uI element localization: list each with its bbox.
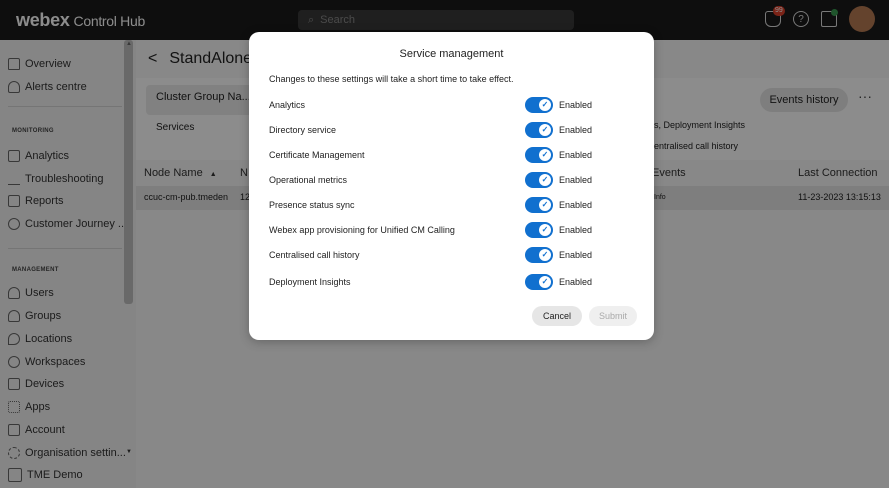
check-icon: ✓ — [539, 124, 551, 136]
check-icon: ✓ — [539, 174, 551, 186]
service-row-certificate-management: Certificate Management ✓ Enabled — [269, 147, 641, 167]
service-status: Enabled — [559, 277, 593, 287]
check-icon: ✓ — [539, 224, 551, 236]
service-row-operational-metrics: Operational metrics ✓ Enabled — [269, 172, 641, 192]
service-row-deployment-insights: Deployment Insights ✓ Enabled — [269, 274, 641, 294]
service-status: Enabled — [559, 225, 593, 235]
service-name: Presence status sync — [269, 200, 355, 210]
certificate-management-toggle[interactable]: ✓ — [525, 147, 553, 163]
submit-button[interactable]: Submit — [589, 306, 637, 326]
check-icon: ✓ — [539, 249, 551, 261]
service-row-webex-app-provisioning: Webex app provisioning for Unified CM Ca… — [269, 222, 641, 242]
presence-status-sync-toggle[interactable]: ✓ — [525, 197, 553, 213]
centralised-call-history-toggle[interactable]: ✓ — [525, 247, 553, 263]
service-name: Webex app provisioning for Unified CM Ca… — [269, 225, 455, 235]
service-row-centralised-call-history: Centralised call history ✓ Enabled — [269, 247, 641, 267]
check-icon: ✓ — [539, 199, 551, 211]
service-row-analytics: Analytics ✓ Enabled — [269, 97, 641, 117]
service-status: Enabled — [559, 125, 593, 135]
dialog-description: Changes to these settings will take a sh… — [269, 74, 514, 84]
service-name: Deployment Insights — [269, 277, 351, 287]
dialog-title: Service management — [399, 48, 504, 60]
deployment-insights-toggle[interactable]: ✓ — [525, 274, 553, 290]
service-status: Enabled — [559, 150, 593, 160]
service-name: Directory service — [269, 125, 337, 135]
directory-service-toggle[interactable]: ✓ — [525, 122, 553, 138]
service-status: Enabled — [559, 250, 593, 260]
service-row-directory-service: Directory service ✓ Enabled — [269, 122, 641, 142]
analytics-toggle[interactable]: ✓ — [525, 97, 553, 113]
service-status: Enabled — [559, 200, 593, 210]
check-icon: ✓ — [539, 276, 551, 288]
service-name: Analytics — [269, 100, 306, 110]
operational-metrics-toggle[interactable]: ✓ — [525, 172, 553, 188]
service-management-dialog: Service management Changes to these sett… — [249, 32, 654, 340]
cancel-button[interactable]: Cancel — [532, 306, 582, 326]
service-row-presence-status-sync: Presence status sync ✓ Enabled — [269, 197, 641, 217]
service-status: Enabled — [559, 175, 593, 185]
check-icon: ✓ — [539, 149, 551, 161]
service-name: Centralised call history — [269, 250, 360, 260]
service-name: Operational metrics — [269, 175, 348, 185]
service-status: Enabled — [559, 100, 593, 110]
webex-app-provisioning-toggle[interactable]: ✓ — [525, 222, 553, 238]
check-icon: ✓ — [539, 99, 551, 111]
service-name: Certificate Management — [269, 150, 365, 160]
